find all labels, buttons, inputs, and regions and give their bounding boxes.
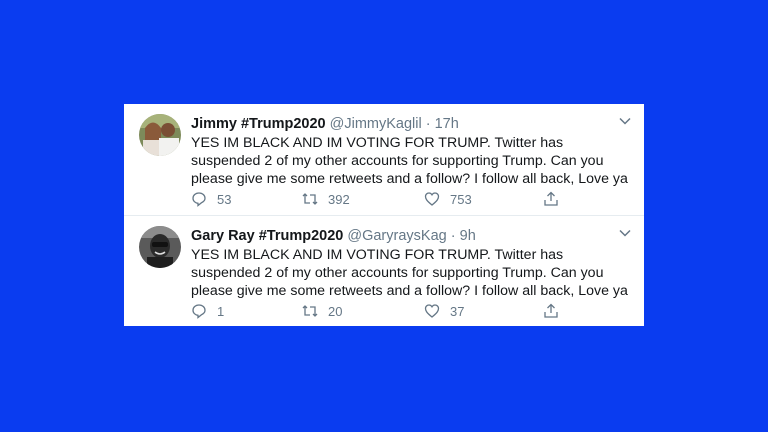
retweet-count: 392 <box>328 191 350 207</box>
avatar[interactable] <box>139 226 181 268</box>
like-count: 37 <box>450 303 465 319</box>
retweet-count: 20 <box>328 303 343 319</box>
tweet[interactable]: Jimmy #Trump2020 @JimmyKaglil · 17h YES … <box>124 104 644 215</box>
like-count: 753 <box>450 191 472 207</box>
reply-icon <box>192 192 206 207</box>
reply-button[interactable]: 1 <box>191 302 237 320</box>
avatar[interactable] <box>139 114 181 156</box>
tweets-card: Jimmy #Trump2020 @JimmyKaglil · 17h YES … <box>124 104 644 326</box>
display-name[interactable]: Jimmy #Trump2020 <box>191 116 326 132</box>
chevron-down-icon[interactable] <box>618 114 632 128</box>
separator: · <box>450 228 456 244</box>
retweet-icon <box>302 305 318 317</box>
avatar-photo-icon <box>139 114 181 156</box>
separator: · <box>425 116 431 132</box>
reply-count: 53 <box>217 191 232 207</box>
tweet[interactable]: Gary Ray #Trump2020 @GaryraysKag · 9h YE… <box>124 215 644 326</box>
like-button[interactable]: 37 <box>424 302 470 320</box>
heart-icon <box>424 192 440 206</box>
retweet-icon <box>302 193 318 205</box>
timestamp[interactable]: 17h <box>435 116 459 132</box>
tweet-header: Jimmy #Trump2020 @JimmyKaglil · 17h <box>191 115 459 133</box>
handle[interactable]: @JimmyKaglil <box>330 116 422 132</box>
retweet-button[interactable]: 20 <box>302 302 348 320</box>
reply-icon <box>192 304 206 319</box>
share-icon <box>544 303 558 318</box>
share-button[interactable] <box>543 190 569 208</box>
share-button[interactable] <box>543 302 569 320</box>
avatar-photo-icon <box>139 226 181 268</box>
tweet-actions: 53 392 753 <box>191 190 631 208</box>
chevron-down-icon[interactable] <box>618 226 632 240</box>
reply-button[interactable]: 53 <box>191 190 237 208</box>
heart-icon <box>424 304 440 318</box>
tweet-text: YES IM BLACK AND IM VOTING FOR TRUMP. Tw… <box>191 247 628 299</box>
timestamp[interactable]: 9h <box>460 228 476 244</box>
retweet-button[interactable]: 392 <box>302 190 350 208</box>
reply-count: 1 <box>217 303 225 319</box>
share-icon <box>544 191 558 206</box>
handle[interactable]: @GaryraysKag <box>347 228 446 244</box>
tweet-actions: 1 20 37 <box>191 302 631 320</box>
display-name[interactable]: Gary Ray #Trump2020 <box>191 228 343 244</box>
like-button[interactable]: 753 <box>424 190 472 208</box>
tweet-text: YES IM BLACK AND IM VOTING FOR TRUMP. Tw… <box>191 135 628 187</box>
tweet-header: Gary Ray #Trump2020 @GaryraysKag · 9h <box>191 227 476 245</box>
